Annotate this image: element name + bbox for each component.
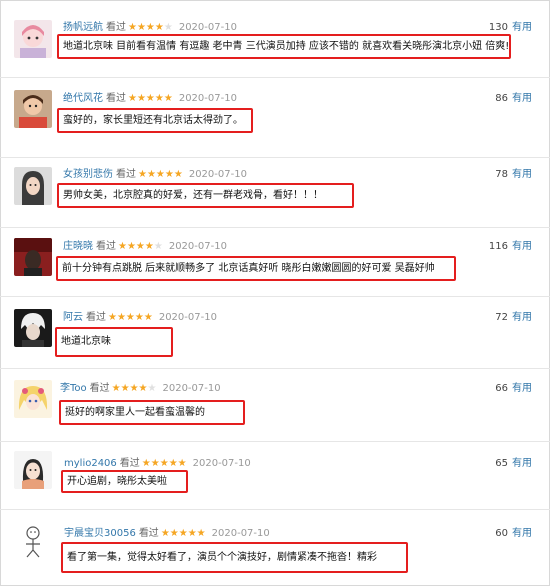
votes: 65 有用 bbox=[495, 457, 532, 471]
votes: 86 有用 bbox=[495, 92, 532, 106]
username-link[interactable]: 绝代风花 bbox=[63, 93, 103, 104]
review-text: 前十分钟有点跳脱 后来就顺畅多了 北京话真好听 晓彤白嫩嫩圆圆的好可爱 吴磊好帅 bbox=[56, 256, 456, 281]
cartoon-girl-avatar-icon[interactable] bbox=[14, 20, 52, 58]
watched-label: 看过 bbox=[106, 93, 126, 104]
username-link[interactable]: 李Too bbox=[60, 383, 87, 394]
divider bbox=[0, 157, 550, 158]
divider bbox=[0, 368, 550, 369]
useful-button[interactable]: 有用 bbox=[512, 241, 532, 252]
review-meta: 庄晓晓 看过 ★★★★★ 2020-07-10 bbox=[63, 240, 227, 254]
useful-button[interactable]: 有用 bbox=[512, 312, 532, 323]
rating-stars: ★★★★★ bbox=[128, 22, 173, 33]
star-icon: ★★★★★ bbox=[138, 169, 183, 180]
vote-count: 130 bbox=[488, 22, 508, 33]
votes: 116 有用 bbox=[489, 240, 532, 254]
divider bbox=[0, 296, 550, 297]
watched-label: 看过 bbox=[119, 458, 140, 469]
watched-label: 看过 bbox=[86, 312, 106, 323]
votes: 78 有用 bbox=[495, 168, 532, 182]
review-meta: 李Too 看过 ★★★★★ 2020-07-10 bbox=[60, 382, 221, 396]
useful-button[interactable]: 有用 bbox=[512, 528, 532, 539]
child-photo-avatar-icon[interactable] bbox=[14, 90, 52, 128]
username-link[interactable]: 阿云 bbox=[63, 312, 83, 323]
votes: 72 有用 bbox=[495, 311, 532, 325]
sketch-avatar-icon[interactable] bbox=[14, 521, 52, 559]
anime-girl-avatar-icon[interactable] bbox=[14, 380, 52, 418]
review-text: 男帅女美，北京腔真的好爱，还有一群老戏骨，看好！！！ bbox=[57, 183, 354, 208]
review-meta: 绝代风花 看过 ★★★★★ 2020-07-10 bbox=[63, 92, 237, 106]
username-link[interactable]: 扬帆远航 bbox=[63, 22, 103, 33]
review-date: 2020-07-10 bbox=[178, 22, 237, 33]
star-icon: ★★★★★ bbox=[108, 312, 153, 323]
star-icon: ★★★★ bbox=[111, 383, 148, 394]
reviews-panel bbox=[0, 0, 550, 586]
review-text: 挺好的啊家里人一起看蛮温馨的 bbox=[59, 400, 245, 425]
username-link[interactable]: mylio2406 bbox=[64, 458, 117, 469]
watched-label: 看过 bbox=[116, 169, 136, 180]
watched-label: 看过 bbox=[106, 22, 126, 33]
votes: 66 有用 bbox=[495, 382, 532, 396]
vote-count: 116 bbox=[488, 241, 508, 252]
star-icon: ★ bbox=[147, 383, 157, 394]
review-text: 地道北京味 目前看有温情 有逗趣 老中青 三代演员加持 应该不错的 就喜欢看关晓… bbox=[57, 34, 511, 59]
review-meta: 阿云 看过 ★★★★★ 2020-07-10 bbox=[63, 311, 217, 325]
review-text: 地道北京味 bbox=[55, 327, 173, 357]
review-date: 2020-07-10 bbox=[178, 93, 237, 104]
review-date: 2020-07-10 bbox=[188, 169, 247, 180]
star-icon: ★ bbox=[153, 241, 163, 252]
username-link[interactable]: 庄晓晓 bbox=[63, 241, 93, 252]
useful-button[interactable]: 有用 bbox=[512, 383, 532, 394]
review-meta: 宇晨宝贝30056 看过 ★★★★★ 2020-07-10 bbox=[64, 527, 270, 541]
votes: 60 有用 bbox=[495, 527, 532, 541]
votes: 130 有用 bbox=[489, 21, 532, 35]
vote-count: 60 bbox=[495, 528, 508, 539]
star-icon: ★★★★★ bbox=[160, 528, 206, 539]
star-icon: ★★★★★ bbox=[128, 93, 173, 104]
white-hair-avatar-icon[interactable] bbox=[14, 309, 52, 347]
watched-label: 看过 bbox=[89, 383, 110, 394]
review-meta: 扬帆远航 看过 ★★★★★ 2020-07-10 bbox=[63, 21, 237, 35]
review-date: 2020-07-10 bbox=[162, 383, 221, 394]
star-icon: ★★★★ bbox=[128, 22, 164, 33]
review-date: 2020-07-10 bbox=[168, 241, 227, 252]
dark-photo-avatar-icon[interactable] bbox=[14, 238, 52, 276]
useful-button[interactable]: 有用 bbox=[512, 22, 532, 33]
rating-stars: ★★★★★ bbox=[161, 528, 206, 539]
review-text: 蛮好的，家长里短还有北京话太得劲了。 bbox=[57, 108, 253, 133]
woman-photo-avatar-icon[interactable] bbox=[14, 167, 52, 205]
username-link[interactable]: 女孩别悲伤 bbox=[63, 169, 113, 180]
review-text: 开心追剧，晓彤太美啦 bbox=[61, 470, 188, 493]
useful-button[interactable]: 有用 bbox=[512, 93, 532, 104]
divider bbox=[0, 441, 550, 442]
review-date: 2020-07-10 bbox=[192, 458, 251, 469]
star-icon: ★ bbox=[163, 22, 173, 33]
useful-button[interactable]: 有用 bbox=[512, 169, 532, 180]
vote-count: 66 bbox=[495, 383, 508, 394]
review-date: 2020-07-10 bbox=[211, 528, 270, 539]
vote-count: 65 bbox=[495, 458, 508, 469]
divider bbox=[0, 77, 550, 78]
rating-stars: ★★★★★ bbox=[128, 93, 173, 104]
vote-count: 86 bbox=[495, 93, 508, 104]
watched-label: 看过 bbox=[96, 241, 116, 252]
rating-stars: ★★★★★ bbox=[118, 241, 163, 252]
vote-count: 72 bbox=[495, 312, 508, 323]
rating-stars: ★★★★★ bbox=[138, 169, 183, 180]
review-text: 看了第一集，觉得太好看了，演员个个演技好，剧情紧凑不拖沓！精彩 bbox=[61, 542, 408, 573]
star-icon: ★★★★ bbox=[118, 241, 154, 252]
rating-stars: ★★★★★ bbox=[112, 383, 157, 394]
star-icon: ★★★★★ bbox=[141, 458, 187, 469]
vote-count: 78 bbox=[495, 169, 508, 180]
useful-button[interactable]: 有用 bbox=[512, 458, 532, 469]
rating-stars: ★★★★★ bbox=[108, 312, 153, 323]
watched-label: 看过 bbox=[138, 528, 159, 539]
divider bbox=[0, 509, 550, 510]
girl-photo-avatar-icon[interactable] bbox=[14, 451, 52, 489]
review-meta: mylio2406 看过 ★★★★★ 2020-07-10 bbox=[64, 457, 251, 471]
review-meta: 女孩别悲伤 看过 ★★★★★ 2020-07-10 bbox=[63, 168, 247, 182]
divider bbox=[0, 227, 550, 228]
username-link[interactable]: 宇晨宝贝30056 bbox=[64, 528, 136, 539]
review-date: 2020-07-10 bbox=[158, 312, 217, 323]
rating-stars: ★★★★★ bbox=[142, 458, 187, 469]
